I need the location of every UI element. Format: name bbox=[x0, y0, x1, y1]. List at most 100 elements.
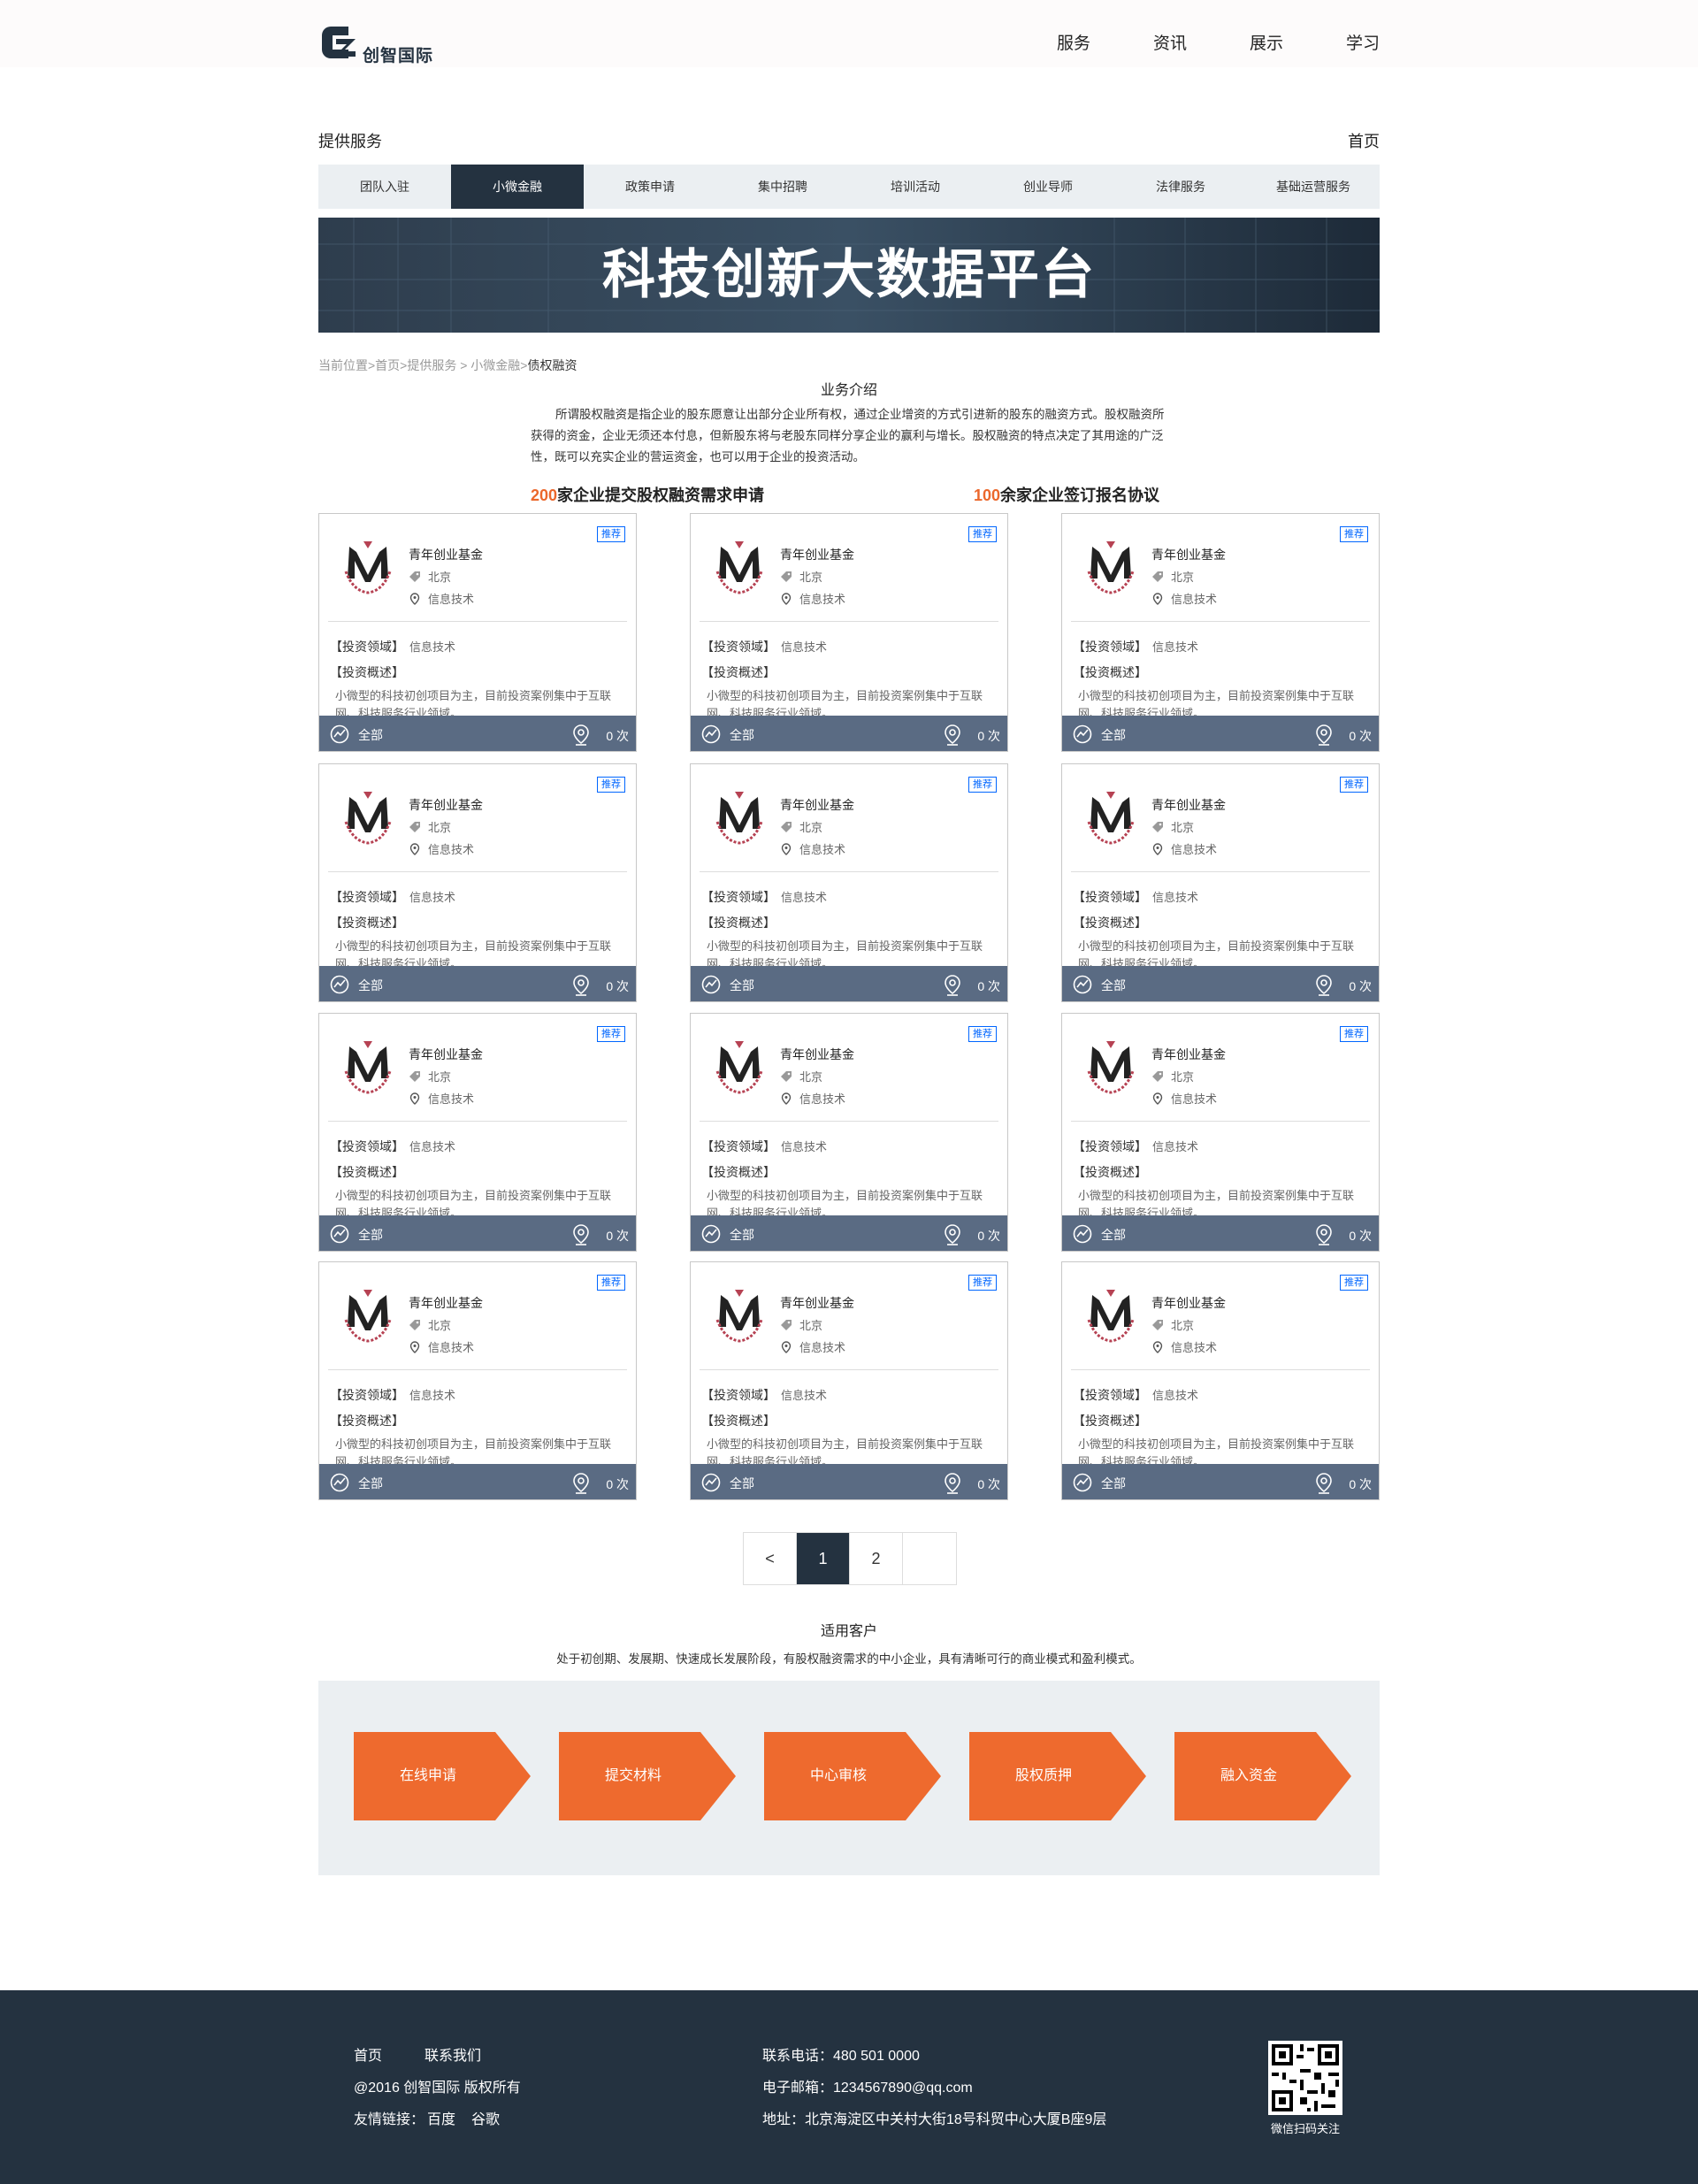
process-step-apply[interactable]: 在线申请 bbox=[354, 1732, 531, 1820]
card-all-link[interactable]: 全部 bbox=[330, 724, 383, 744]
footer-link-contact[interactable]: 联系我们 bbox=[424, 2043, 481, 2065]
tab-legal[interactable]: 法律服务 bbox=[1114, 165, 1247, 209]
card-all-link[interactable]: 全部 bbox=[1073, 1224, 1126, 1244]
footer-phone: 联系电话：480 501 0000 bbox=[762, 2049, 920, 2064]
card-all-label: 全部 bbox=[730, 1228, 754, 1242]
nav-item-learning[interactable]: 学习 bbox=[1346, 30, 1380, 54]
nav-item-news[interactable]: 资讯 bbox=[1153, 30, 1187, 54]
fund-logo-icon bbox=[1087, 792, 1135, 845]
footer-friend-link-baidu[interactable]: 百度 bbox=[427, 2107, 455, 2128]
invest-field-value: 信息技术 bbox=[409, 891, 456, 904]
recommend-badge: 推荐 bbox=[597, 526, 625, 542]
fund-name: 青年创业基金 bbox=[780, 548, 854, 562]
invest-field: 【投资领域】 信息技术 bbox=[1073, 1386, 1198, 1404]
card-all-link[interactable]: 全部 bbox=[330, 1224, 383, 1244]
invest-field: 【投资领域】 信息技术 bbox=[1073, 1138, 1198, 1155]
fund-card[interactable]: 推荐 青年创业基金 北京 信息技术 【投资领域】 信息技术 【投资概述】 小微型的… bbox=[318, 1261, 637, 1500]
fund-logo-icon bbox=[715, 1041, 763, 1094]
card-all-link[interactable]: 全部 bbox=[701, 975, 754, 994]
fund-location-text: 北京 bbox=[799, 1319, 823, 1332]
fund-logo-icon bbox=[1087, 541, 1135, 594]
card-divider bbox=[1071, 1121, 1370, 1122]
fund-card[interactable]: 推荐 青年创业基金 北京 信息技术 【投资领域】 信息技术 【投资概述】 小微型的… bbox=[1061, 513, 1380, 752]
card-count-text: 0 次 bbox=[606, 729, 629, 743]
pagination-page-2[interactable]: 2 bbox=[850, 1533, 903, 1584]
footer-friend-link-google[interactable]: 谷歌 bbox=[471, 2107, 500, 2128]
invest-field: 【投资领域】 信息技术 bbox=[330, 888, 455, 906]
nav-item-showcase[interactable]: 展示 bbox=[1250, 30, 1283, 54]
card-footer: 全部 0 次 bbox=[1062, 966, 1379, 1001]
process-step-pledge[interactable]: 股权质押 bbox=[969, 1732, 1146, 1820]
trend-icon bbox=[330, 1473, 349, 1492]
fund-card[interactable]: 推荐 青年创业基金 北京 信息技术 【投资领域】 信息技术 【投资概述】 小微型的… bbox=[1061, 1013, 1380, 1252]
tab-micro-finance[interactable]: 小微金融 bbox=[451, 165, 584, 209]
tag-icon bbox=[409, 571, 420, 582]
fund-card[interactable]: 推荐 青年创业基金 北京 信息技术 【投资领域】 信息技术 【投资概述】 小微型的… bbox=[318, 513, 637, 752]
invest-field-label: 【投资领域】 bbox=[701, 640, 776, 654]
tag-icon bbox=[781, 1320, 792, 1330]
tab-training[interactable]: 培训活动 bbox=[849, 165, 982, 209]
card-all-link[interactable]: 全部 bbox=[701, 1224, 754, 1244]
invest-overview-label: 【投资概述】 bbox=[1073, 665, 1147, 679]
location-pin-icon bbox=[1316, 1473, 1333, 1494]
stat-applications: 200家企业提交股权融资需求申请 bbox=[531, 483, 764, 506]
fund-card[interactable]: 推荐 青年创业基金 北京 信息技术 【投资领域】 信息技术 【投资概述】 小微型的… bbox=[690, 1013, 1008, 1252]
fund-name: 青年创业基金 bbox=[1151, 798, 1226, 812]
fund-card[interactable]: 推荐 青年创业基金 北京 信息技术 【投资领域】 信息技术 【投资概述】 小微型的… bbox=[318, 1013, 637, 1252]
card-all-link[interactable]: 全部 bbox=[330, 1473, 383, 1492]
pagination-next-placeholder[interactable] bbox=[903, 1533, 956, 1584]
fund-logo-icon bbox=[715, 541, 763, 594]
fund-name: 青年创业基金 bbox=[409, 1296, 483, 1310]
recommend-badge: 推荐 bbox=[1340, 1026, 1368, 1042]
breadcrumb-current: 债权融资 bbox=[527, 358, 577, 372]
tab-operations[interactable]: 基础运营服务 bbox=[1247, 165, 1380, 209]
home-link[interactable]: 首页 bbox=[1348, 129, 1380, 152]
card-all-link[interactable]: 全部 bbox=[1073, 724, 1126, 744]
fund-card[interactable]: 推荐 青年创业基金 北京 信息技术 【投资领域】 信息技术 【投资概述】 小微型的… bbox=[690, 763, 1008, 1002]
card-all-link[interactable]: 全部 bbox=[1073, 1473, 1126, 1492]
tag-icon bbox=[781, 571, 792, 582]
map-pin-icon bbox=[781, 593, 792, 605]
pagination-page-1[interactable]: 1 bbox=[797, 1533, 850, 1584]
recommend-badge: 推荐 bbox=[968, 1026, 997, 1042]
invest-overview-label: 【投资概述】 bbox=[701, 1414, 776, 1428]
process-step-review[interactable]: 中心审核 bbox=[764, 1732, 941, 1820]
card-all-link[interactable]: 全部 bbox=[1073, 975, 1126, 994]
process-step-funding[interactable]: 融入资金 bbox=[1174, 1732, 1351, 1820]
breadcrumb: 当前位置>首页>提供服务 > 小微金融>债权融资 bbox=[318, 356, 577, 374]
invest-overview-label: 【投资概述】 bbox=[1073, 1414, 1147, 1428]
tab-policy-apply[interactable]: 政策申请 bbox=[584, 165, 716, 209]
fund-name: 青年创业基金 bbox=[780, 1296, 854, 1310]
fund-card[interactable]: 推荐 青年创业基金 北京 信息技术 【投资领域】 信息技术 【投资概述】 小微型的… bbox=[1061, 1261, 1380, 1500]
nav-item-services[interactable]: 服务 bbox=[1057, 30, 1090, 54]
card-all-link[interactable]: 全部 bbox=[701, 724, 754, 744]
logo-text: 创智国际 bbox=[363, 47, 434, 65]
card-all-link[interactable]: 全部 bbox=[701, 1473, 754, 1492]
tab-team-settle[interactable]: 团队入驻 bbox=[318, 165, 451, 209]
card-count-text: 0 次 bbox=[977, 979, 1000, 993]
site-logo[interactable]: 创智国际 bbox=[318, 21, 440, 65]
process-step-submit[interactable]: 提交材料 bbox=[559, 1732, 736, 1820]
invest-field-label: 【投资领域】 bbox=[1073, 1388, 1147, 1402]
fund-card[interactable]: 推荐 青年创业基金 北京 信息技术 【投资领域】 信息技术 【投资概述】 小微型的… bbox=[690, 513, 1008, 752]
card-footer: 全部 0 次 bbox=[319, 716, 636, 751]
footer-link-home[interactable]: 首页 bbox=[354, 2043, 382, 2065]
tag-icon bbox=[1152, 571, 1163, 582]
banner-title: 科技创新大数据平台 bbox=[602, 244, 1096, 306]
pagination-prev[interactable]: < bbox=[744, 1533, 797, 1584]
tag-icon bbox=[781, 1071, 792, 1082]
invest-field-value: 信息技术 bbox=[1152, 1389, 1199, 1402]
fund-card[interactable]: 推荐 青年创业基金 北京 信息技术 【投资领域】 信息技术 【投资概述】 小微型的… bbox=[1061, 763, 1380, 1002]
fund-card[interactable]: 推荐 青年创业基金 北京 信息技术 【投资领域】 信息技术 【投资概述】 小微型的… bbox=[318, 763, 637, 1002]
breadcrumb-trail[interactable]: 当前位置>首页>提供服务 > 小微金融> bbox=[318, 358, 527, 372]
tab-mentor[interactable]: 创业导师 bbox=[982, 165, 1114, 209]
fund-card[interactable]: 推荐 青年创业基金 北京 信息技术 【投资领域】 信息技术 【投资概述】 小微型的… bbox=[690, 1261, 1008, 1500]
tab-recruitment[interactable]: 集中招聘 bbox=[716, 165, 849, 209]
fund-name: 青年创业基金 bbox=[409, 1047, 483, 1061]
invest-field-label: 【投资领域】 bbox=[701, 1388, 776, 1402]
trend-icon bbox=[330, 724, 349, 744]
customers-title: 适用客户 bbox=[820, 1624, 877, 1639]
site-footer: 首页 联系我们 @2016 创智国际 版权所有 友情链接： 百度 谷歌 联系电话… bbox=[0, 1990, 1698, 2184]
card-all-label: 全部 bbox=[1101, 728, 1126, 742]
card-all-link[interactable]: 全部 bbox=[330, 975, 383, 994]
